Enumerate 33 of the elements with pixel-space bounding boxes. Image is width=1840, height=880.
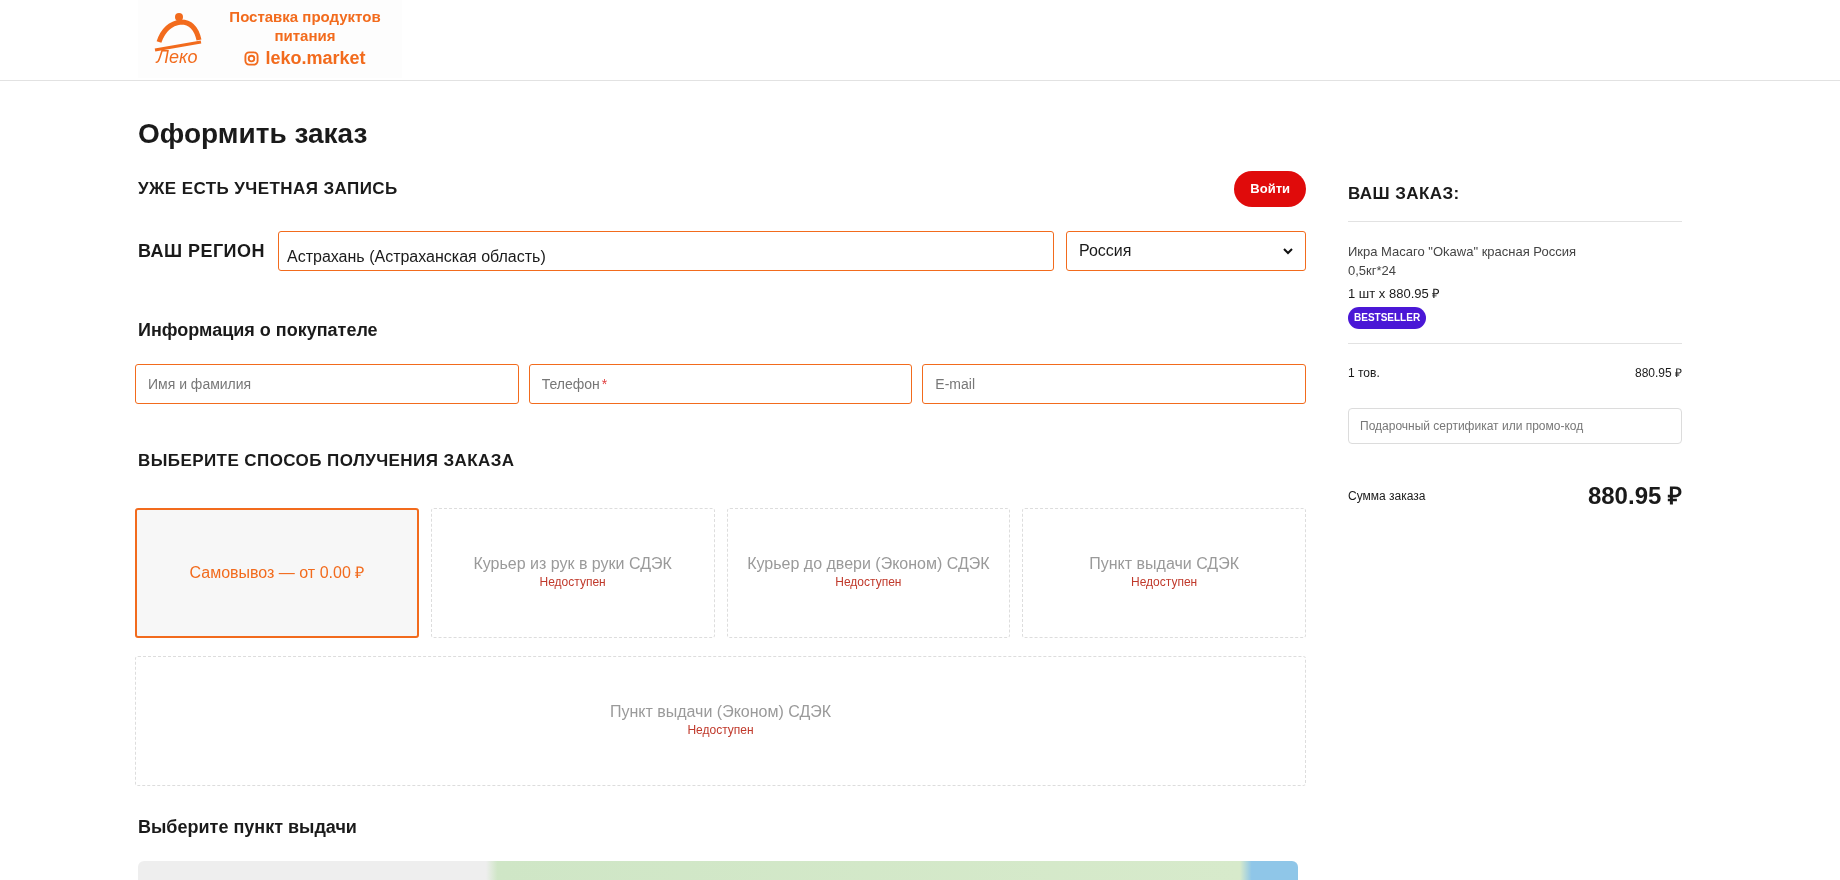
subtotal: 880.95 ₽ (1634, 364, 1682, 382)
login-button[interactable]: Войти (1234, 171, 1306, 207)
order-heading: ВАШ ЗАКАЗ: (1348, 183, 1461, 205)
input-field[interactable]: Имя и фамилия (135, 364, 519, 404)
buyer-heading: Информация о покупателе (138, 319, 379, 342)
account-heading: УЖЕ ЕСТЬ УЧЕТНАЯ ЗАПИСЬ (138, 178, 398, 201)
logo-wordmark: Леко (156, 48, 198, 66)
product-name: Икра Масаго "Okawa" красная Россия (1348, 242, 1577, 261)
total-label: Сумма заказа (1348, 487, 1426, 505)
unavailable-status: Недоступен (1131, 573, 1198, 591)
promo-code-field[interactable]: Подарочный сертификат или промо-код (1348, 407, 1682, 444)
delivery-heading: ВЫБЕРИТЕ СПОСОБ ПОЛУЧЕНИЯ ЗАКАЗА (138, 450, 516, 472)
pickup-heading: Выберите пункт выдачи (138, 815, 358, 839)
bestseller-badge: BESTSELLER (1348, 306, 1427, 329)
region-label: ВАШ РЕГИОН (138, 239, 266, 263)
city-field[interactable]: Астрахань (Астраханская область) (278, 231, 1054, 271)
logo-handle: leko.market (265, 46, 366, 70)
input-field[interactable]: Телефон* (528, 364, 913, 404)
chevron-down-icon (1283, 247, 1293, 255)
input-field[interactable]: E-mail (922, 364, 1306, 404)
unavailable-status: Недоступен (539, 573, 606, 591)
unavailable-status: Недоступен (835, 573, 902, 591)
page-title: Оформить заказ (138, 117, 369, 151)
delivery-option[interactable]: Самовывоз — от 0.00 ₽ (135, 507, 419, 638)
logo-tagline: Поставка продуктов питания (228, 6, 382, 45)
instagram-icon (244, 50, 260, 66)
product-pack: 0,5кг*24 (1348, 261, 1398, 280)
item-count: 1 тов. (1348, 364, 1380, 382)
country-select[interactable]: Россия (1066, 231, 1306, 271)
required-mark: * (601, 374, 608, 394)
total-amount: 880.95 ₽ (1587, 480, 1682, 511)
unavailable-status: Недоступен (687, 721, 754, 739)
product-qty-price: 1 шт x 880.95 ₽ (1348, 284, 1442, 303)
